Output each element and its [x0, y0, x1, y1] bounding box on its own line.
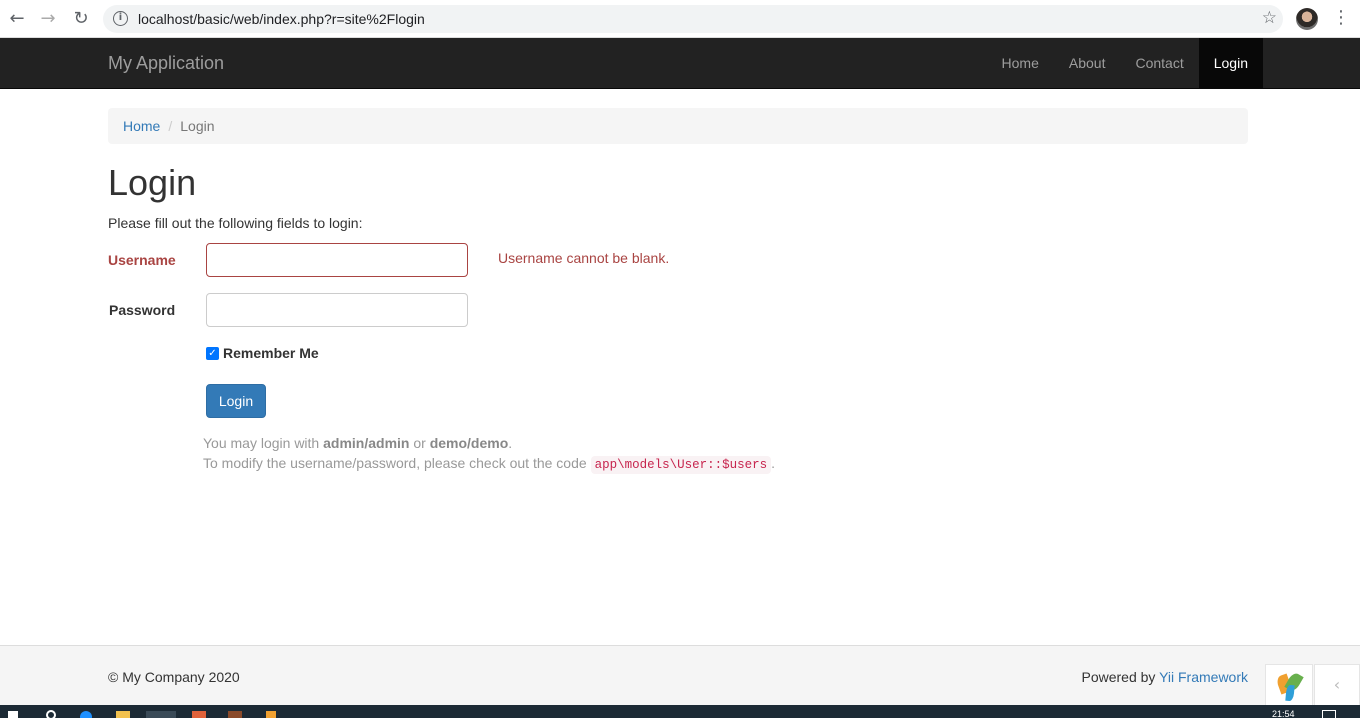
nav-contact[interactable]: Contact	[1120, 38, 1198, 88]
remember-me-label[interactable]: Remember Me	[223, 345, 319, 361]
hint-text: To modify the username/password, please …	[203, 455, 591, 471]
credentials-hint: You may login with admin/admin or demo/d…	[203, 435, 512, 451]
nav-about[interactable]: About	[1054, 38, 1121, 88]
breadcrumb-home-link[interactable]: Home	[123, 118, 160, 134]
site-info-icon[interactable]: i	[113, 11, 128, 26]
breadcrumb: Home / Login	[108, 108, 1248, 144]
app-icon[interactable]	[192, 711, 206, 718]
code-snippet: app\models\User::$users	[590, 456, 772, 474]
password-label: Password	[109, 302, 176, 318]
remember-me-checkbox[interactable]: ✓	[206, 346, 219, 360]
hint-text: .	[508, 435, 513, 451]
username-input[interactable]	[206, 243, 468, 277]
yii-debug-logo-icon[interactable]	[1265, 664, 1313, 706]
hint-text: or	[409, 435, 430, 451]
nav-menu: Home About Contact Login	[987, 38, 1263, 88]
intro-text: Please fill out the following fields to …	[108, 215, 363, 231]
edge-icon[interactable]	[80, 711, 92, 718]
breadcrumb-current: Login	[180, 118, 215, 134]
reload-icon[interactable]: ↻	[69, 7, 93, 31]
hint-cred-admin: admin/admin	[323, 435, 410, 451]
yii-framework-link[interactable]: Yii Framework	[1159, 669, 1248, 685]
username-label: Username	[108, 252, 176, 268]
debug-toggle-chevron-icon[interactable]: ‹	[1314, 664, 1360, 706]
nav-login[interactable]: Login	[1198, 38, 1263, 88]
modify-hint: To modify the username/password, please …	[203, 455, 775, 474]
login-button[interactable]: Login	[206, 384, 266, 418]
powered-by: Powered by Yii Framework	[1081, 669, 1248, 685]
back-arrow-icon[interactable]: ←	[5, 7, 29, 31]
remember-me-row[interactable]: ✓ Remember Me	[206, 345, 319, 361]
forward-arrow-icon[interactable]: →	[36, 7, 60, 31]
browser-menu-icon[interactable]: ⋮	[1332, 7, 1350, 28]
breadcrumb-separator: /	[168, 118, 173, 134]
chrome-icon[interactable]	[146, 711, 176, 718]
bookmark-star-icon[interactable]: ☆	[1262, 8, 1277, 28]
brand-link[interactable]: My Application	[108, 53, 224, 74]
browser-toolbar: ← → ↻ i localhost/basic/web/index.php?r=…	[0, 0, 1360, 38]
nav-home[interactable]: Home	[987, 38, 1054, 88]
password-input[interactable]	[206, 293, 468, 327]
file-explorer-icon[interactable]	[116, 711, 130, 718]
site-navbar: My Application Home About Contact Login	[0, 38, 1360, 89]
app-icon[interactable]	[228, 711, 242, 718]
address-bar[interactable]: i localhost/basic/web/index.php?r=site%2…	[103, 5, 1283, 33]
copyright-text: © My Company 2020	[108, 669, 240, 685]
taskbar-clock[interactable]: 21:54	[1272, 709, 1295, 718]
profile-avatar[interactable]	[1296, 8, 1318, 30]
powered-text: Powered by	[1081, 669, 1160, 685]
site-footer: © My Company 2020 Powered by Yii Framewo…	[0, 645, 1360, 706]
yii-leaf-shape	[1285, 684, 1295, 702]
page-title: Login	[108, 162, 197, 203]
windows-start-icon[interactable]	[8, 711, 18, 718]
notification-icon[interactable]	[1322, 710, 1336, 718]
hint-cred-demo: demo/demo	[429, 435, 509, 451]
app-icon[interactable]	[266, 711, 276, 718]
search-icon[interactable]	[46, 710, 56, 718]
hint-text: .	[771, 455, 775, 471]
username-error: Username cannot be blank.	[498, 250, 670, 266]
url-text[interactable]: localhost/basic/web/index.php?r=site%2Fl…	[138, 11, 425, 27]
hint-text: You may login with	[203, 435, 324, 451]
windows-taskbar: 21:54	[0, 705, 1360, 718]
